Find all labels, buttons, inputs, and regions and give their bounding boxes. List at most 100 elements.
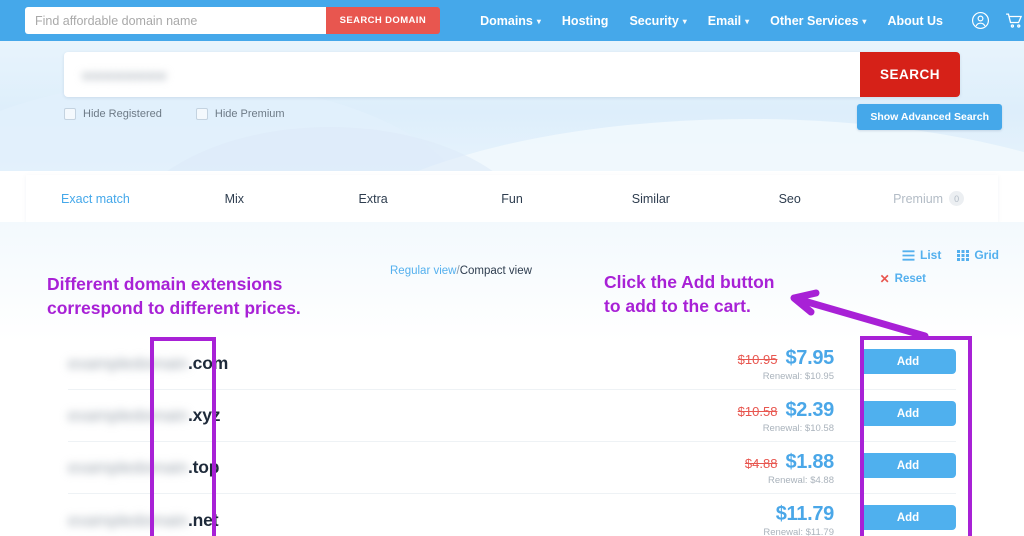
price-line: $4.88 $1.88 [634,451,834,474]
filter-checkboxes: Hide Registered Hide Premium [64,108,285,120]
nav-label-security: Security [629,13,679,28]
price-line: $11.79 [634,503,835,526]
header-domain-search[interactable]: SEARCH DOMAIN [25,7,441,34]
table-row: exampledomain .com $10.95 $7.95 Renewal:… [68,338,956,390]
table-row: exampledomain .xyz $10.58 $2.39 Renewal:… [68,390,956,442]
regular-view-link[interactable]: Regular view [390,265,456,277]
domain-sld: exampledomain [68,458,189,477]
header-search-input[interactable] [25,7,326,34]
price-cell: $10.95 $7.95 Renewal: $10.95 [634,347,835,382]
chevron-down-icon: ▾ [682,17,687,26]
hide-premium-checkbox[interactable]: Hide Premium [195,108,285,120]
tab-mix[interactable]: Mix [165,192,304,206]
nav-item-other-services[interactable]: Other Services ▾ [770,14,866,28]
list-view-toggle[interactable]: List [902,248,941,262]
nav-label-hosting: Hosting [561,13,609,28]
domain-tld: .top [188,457,220,477]
new-price: $1.88 [785,451,834,473]
tab-exact-match[interactable]: Exact match [26,192,165,206]
grid-view-toggle[interactable]: Grid [957,248,999,262]
nav-icon-group [971,11,1024,30]
search-button[interactable]: SEARCH [860,52,960,97]
list-view-label: List [919,248,942,262]
nav-label-domains: Domains [480,13,533,28]
chevron-down-icon: ▾ [536,17,541,26]
result-tabs: Exact match Mix Extra Fun Similar Seo Pr… [26,175,998,222]
domain-name-cell: exampledomain .top [68,457,219,478]
page-root: SEARCH DOMAIN Domains ▾ Hosting Security… [0,0,1024,536]
list-icon [902,249,915,261]
old-price: $10.95 [737,352,778,367]
domain-sld: exampledomain [68,510,189,530]
table-row: exampledomain .top $4.88 $1.88 Renewal: … [68,442,956,494]
new-price: $2.39 [785,399,834,421]
nav-item-about-us[interactable]: About Us [887,14,943,28]
nav-item-domains[interactable]: Domains ▾ [480,14,541,28]
compact-view-link[interactable]: Compact view [460,265,532,277]
table-row: exampledomain .net $11.79 Renewal: $11.7… [68,494,956,536]
main-search-input[interactable]: wwwwwwww [64,52,860,97]
view-mode-links: Regular view/Compact view [390,265,532,277]
domain-sld: exampledomain [68,406,189,425]
domain-name-cell: exampledomain .com [68,353,228,374]
tab-label-seo: Seo [778,191,801,206]
tab-similar[interactable]: Similar [581,192,720,206]
hide-premium-label: Hide Premium [214,108,285,120]
add-to-cart-button[interactable]: Add [860,401,956,426]
tab-seo[interactable]: Seo [720,192,859,206]
price-cell: $11.79 Renewal: $11.79 [634,503,834,536]
domain-name-cell: exampledomain .net [68,509,219,531]
domain-results-list: exampledomain .com $10.95 $7.95 Renewal:… [68,338,956,536]
tab-fun[interactable]: Fun [443,192,582,206]
main-search-value: wwwwwwww [82,66,167,83]
renewal-price: Renewal: $11.79 [763,527,834,536]
nav-label-about-us: About Us [887,13,943,28]
nav-label-other-services: Other Services [770,13,859,28]
main-domain-search[interactable]: wwwwwwww SEARCH [64,52,960,97]
premium-count-badge: 0 [949,191,965,206]
old-price: $4.88 [744,456,778,471]
nav-item-hosting[interactable]: Hosting [562,14,609,28]
domain-tld: .net [188,509,219,530]
tab-premium[interactable]: Premium 0 [859,191,998,206]
tab-label-similar: Similar [631,191,670,206]
hide-registered-checkbox[interactable]: Hide Registered [64,108,162,120]
tab-label-fun: Fun [501,191,523,206]
domain-sld: exampledomain [68,354,189,373]
domain-tld: .com [188,353,229,373]
cart-icon[interactable] [1004,11,1024,30]
nav-item-email[interactable]: Email ▾ [708,14,749,28]
checkbox-icon[interactable] [64,108,76,120]
grid-view-label: Grid [974,248,999,262]
account-icon[interactable] [971,11,990,30]
add-to-cart-button[interactable]: Add [860,453,956,478]
price-cell: $10.58 $2.39 Renewal: $10.58 [634,399,835,434]
tab-extra[interactable]: Extra [304,192,443,206]
main-nav: Domains ▾ Hosting Security ▾ Email ▾ Oth… [480,14,943,28]
reset-link[interactable]: ✕ Reset [880,272,926,286]
grid-icon [957,249,970,261]
nav-item-security[interactable]: Security ▾ [629,14,686,28]
close-icon: ✕ [879,272,890,286]
hide-registered-label: Hide Registered [83,108,162,120]
chevron-down-icon: ▾ [862,17,867,26]
hero-search-panel: wwwwwwww SEARCH Hide Registered Hide Pre… [0,41,1024,171]
tab-label-mix: Mix [224,191,245,206]
nav-label-email: Email [707,13,742,28]
new-price: $11.79 [775,503,835,525]
tab-label-premium: Premium [893,191,944,206]
price-cell: $4.88 $1.88 Renewal: $4.88 [634,451,834,486]
show-advanced-search-button[interactable]: Show Advanced Search [857,104,1002,130]
tab-label-exact-match: Exact match [61,191,130,206]
domain-tld: .xyz [188,405,221,425]
renewal-price: Renewal: $10.58 [762,423,834,434]
reset-label: Reset [894,273,926,285]
old-price: $10.58 [737,404,778,419]
checkbox-icon[interactable] [195,108,208,120]
chevron-down-icon: ▾ [745,17,750,26]
add-to-cart-button[interactable]: Add [860,505,956,530]
domain-name-cell: exampledomain .xyz [68,405,220,426]
renewal-price: Renewal: $4.88 [767,475,834,486]
search-domain-button[interactable]: SEARCH DOMAIN [325,7,441,34]
add-to-cart-button[interactable]: Add [860,349,956,374]
